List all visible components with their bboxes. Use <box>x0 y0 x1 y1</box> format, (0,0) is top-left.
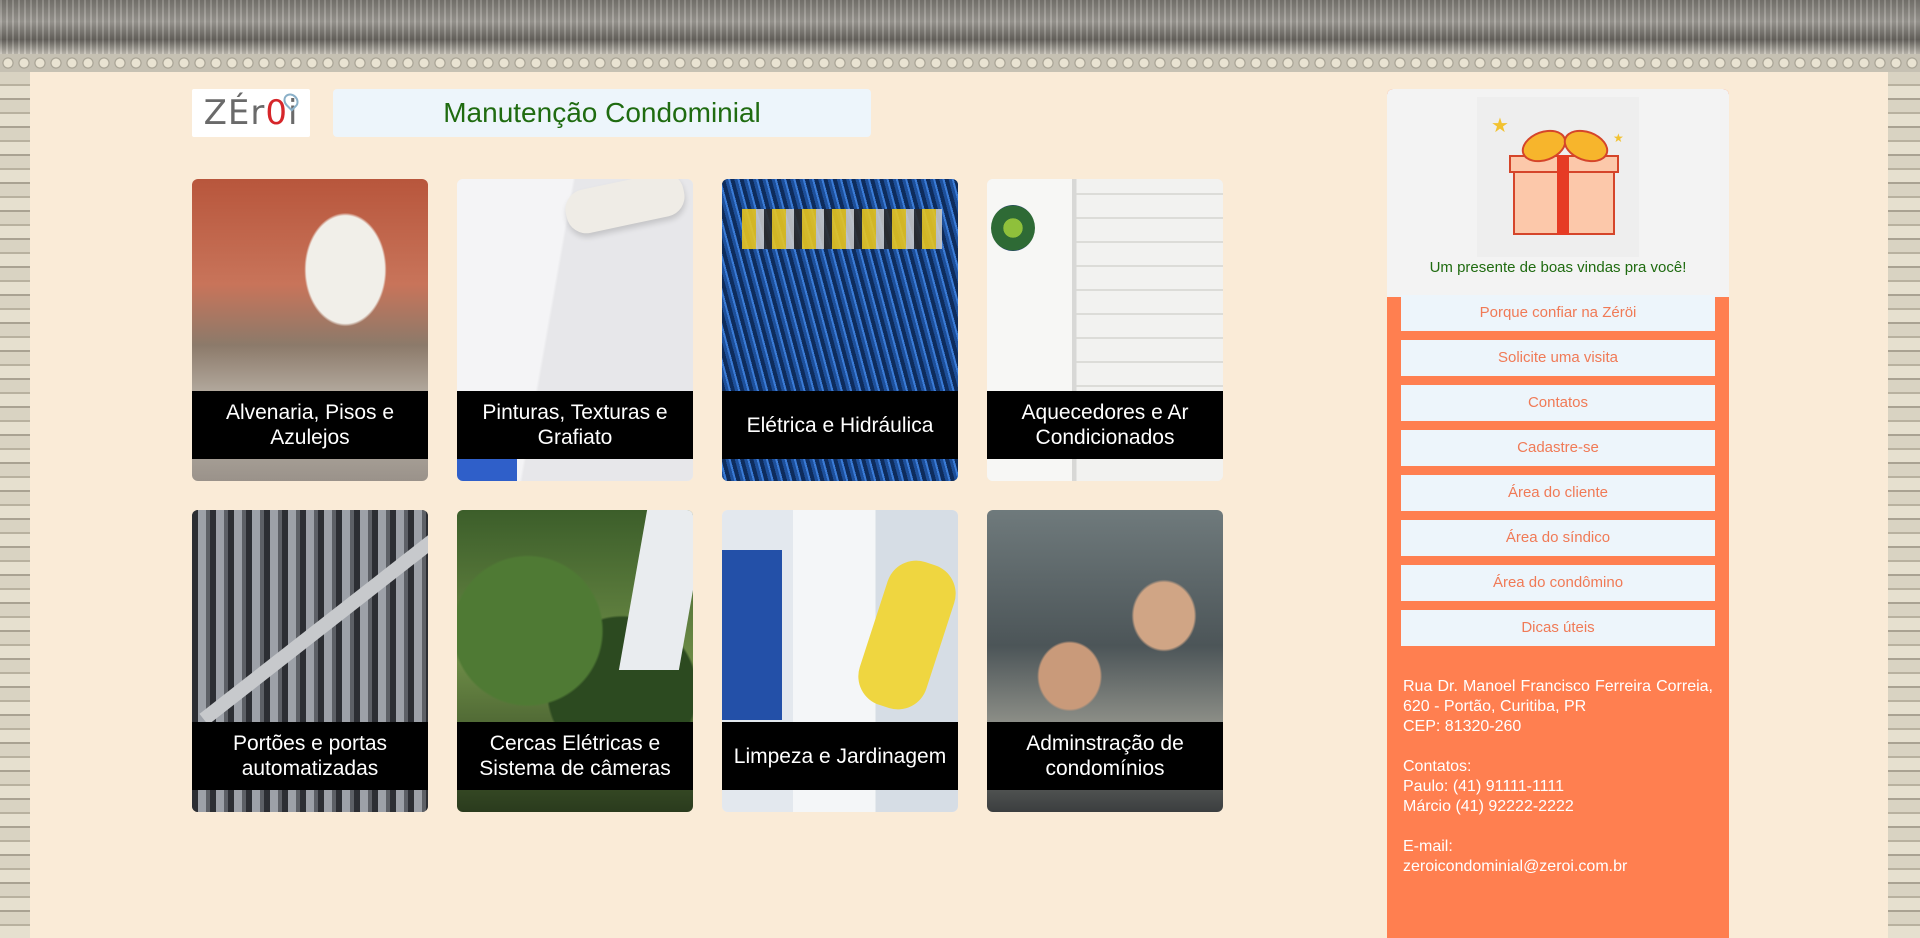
service-card-aquecedores[interactable]: Aquecedores e Ar Condicionados <box>987 179 1223 481</box>
ornamental-frame-right <box>1888 72 1920 938</box>
service-card-label: Cercas Elétricas e Sistema de câmeras <box>457 722 693 790</box>
service-card-administracao[interactable]: Adminstração de condomínios <box>987 510 1223 812</box>
menu-item-area-condomino[interactable]: Área do condômino <box>1401 565 1715 601</box>
email-link[interactable]: zeroicondominial@zeroi.com.br <box>1403 857 1713 877</box>
service-card-eletrica[interactable]: Elétrica e Hidráulica <box>722 179 958 481</box>
menu-item-cadastre-se[interactable]: Cadastre-se <box>1401 430 1715 466</box>
service-card-cercas[interactable]: Cercas Elétricas e Sistema de câmeras <box>457 510 693 812</box>
site-logo[interactable]: ZÉr0i <box>192 89 310 137</box>
service-card-limpeza[interactable]: Limpeza e Jardinagem <box>722 510 958 812</box>
frame-bead-molding <box>0 54 1920 72</box>
ornamental-frame-top <box>0 0 1920 72</box>
sidebar: ★ ★ Um presente de boas vindas pra você!… <box>1387 89 1729 938</box>
page-content: ZÉr0i Manutenção Condominial Alvenaria, … <box>30 72 1888 938</box>
service-card-label: Limpeza e Jardinagem <box>722 722 958 790</box>
service-card-label: Portões e portas automatizadas <box>192 722 428 790</box>
service-card-label: Elétrica e Hidráulica <box>722 391 958 459</box>
service-card-alvenaria[interactable]: Alvenaria, Pisos e Azulejos <box>192 179 428 481</box>
service-card-label: Pinturas, Texturas e Grafiato <box>457 391 693 459</box>
service-card-label: Alvenaria, Pisos e Azulejos <box>192 391 428 459</box>
ornamental-frame-left <box>0 72 30 938</box>
service-card-label: Aquecedores e Ar Condicionados <box>987 391 1223 459</box>
sidebar-menu: Porque confiar na Zéröi Solicite uma vis… <box>1401 295 1715 655</box>
menu-item-contatos[interactable]: Contatos <box>1401 385 1715 421</box>
gift-caption: Um presente de boas vindas pra você! <box>1429 259 1687 276</box>
service-card-pinturas[interactable]: Pinturas, Texturas e Grafiato <box>457 179 693 481</box>
star-icon: ★ <box>1613 131 1624 145</box>
email-heading: E-mail: <box>1403 838 1453 855</box>
menu-item-area-sindico[interactable]: Área do síndico <box>1401 520 1715 556</box>
welcome-gift-panel[interactable]: ★ ★ Um presente de boas vindas pra você! <box>1387 89 1729 297</box>
menu-item-area-cliente[interactable]: Área do cliente <box>1401 475 1715 511</box>
street-address: Rua Dr. Manoel Francisco Ferreira Correi… <box>1403 678 1713 715</box>
page-title: Manutenção Condominial <box>333 89 871 137</box>
service-card-portoes[interactable]: Portões e portas automatizadas <box>192 510 428 812</box>
contacts-heading: Contatos: <box>1403 758 1472 775</box>
service-card-label: Adminstração de condomínios <box>987 722 1223 790</box>
contact-phone-marcio[interactable]: Márcio (41) 92222-2222 <box>1403 797 1713 817</box>
postal-code: CEP: 81320-260 <box>1403 718 1522 735</box>
menu-item-dicas-uteis[interactable]: Dicas úteis <box>1401 610 1715 646</box>
menu-item-porque-confiar[interactable]: Porque confiar na Zéröi <box>1401 295 1715 331</box>
gift-ribbon <box>1557 155 1569 235</box>
gift-icon: ★ ★ <box>1477 97 1639 257</box>
menu-item-solicite-visita[interactable]: Solicite uma visita <box>1401 340 1715 376</box>
contact-info: Rua Dr. Manoel Francisco Ferreira Correi… <box>1403 677 1713 877</box>
contact-phone-paulo[interactable]: Paulo: (41) 91111-1111 <box>1403 777 1713 797</box>
star-icon: ★ <box>1491 115 1509 137</box>
